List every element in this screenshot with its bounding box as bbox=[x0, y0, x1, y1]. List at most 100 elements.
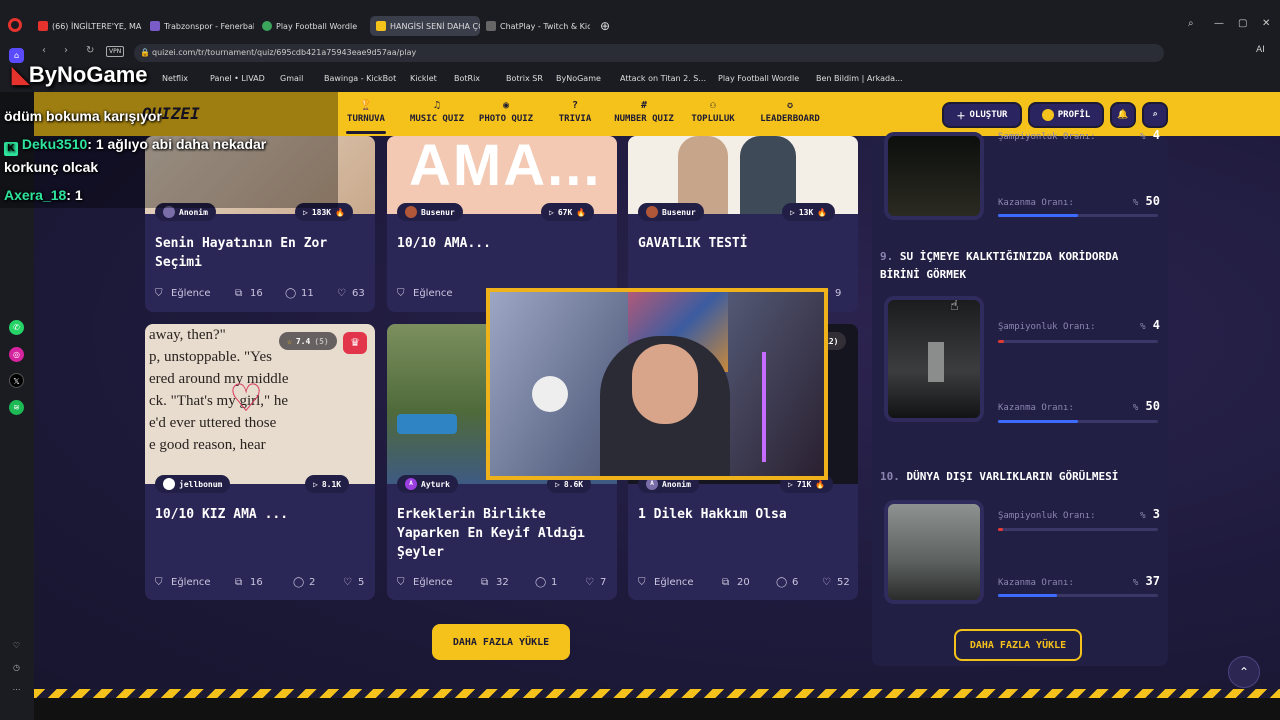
tab-5[interactable]: ChatPlay - Twitch & Kick bbox=[486, 16, 590, 36]
champ-rate-value: % 3 bbox=[1140, 507, 1160, 521]
nav-topluluk[interactable]: ⚇ TOPLULUK bbox=[678, 100, 748, 124]
bookmark-item[interactable]: Botrix SR bbox=[506, 74, 543, 83]
minimize-icon[interactable]: — bbox=[1214, 18, 1224, 29]
card-title[interactable]: Erkeklerin Birlikte Yaparken En Keyif Al… bbox=[397, 505, 607, 562]
card-title[interactable]: 1 Dilek Hakkım Olsa bbox=[638, 505, 848, 524]
bookmark-item[interactable]: ByNoGame bbox=[556, 74, 601, 83]
play-icon: ▷ bbox=[303, 207, 308, 217]
star-icon: ☆ bbox=[287, 336, 292, 346]
more-icon[interactable]: ⋯ bbox=[9, 682, 24, 697]
nav-leaderboard[interactable]: ✪ LEADERBOARD bbox=[748, 100, 832, 124]
card-footer: ⛉ Eğlence ⧉ 16 ◯ 11 ♡ 63 bbox=[155, 288, 365, 302]
author-chip[interactable]: A Ayturk bbox=[397, 475, 458, 493]
champ-rate-label: Şampiyonluk Oranı: bbox=[998, 511, 1096, 521]
search-button[interactable]: ⌕ bbox=[1142, 102, 1168, 128]
comment-count: 2 bbox=[309, 577, 316, 588]
notifications-button[interactable]: 🔔 bbox=[1110, 102, 1136, 128]
bookmark-item[interactable]: Kicklet bbox=[410, 74, 437, 83]
create-button[interactable]: ＋ OLUŞTUR bbox=[942, 102, 1022, 128]
tab-1[interactable]: (66) İNGİLTERE'YE, MANC bbox=[38, 16, 142, 36]
question-count: 16 bbox=[250, 577, 263, 588]
bookmark-item[interactable]: BotRix bbox=[454, 74, 480, 83]
question-icon: ? bbox=[571, 100, 579, 111]
vpn-badge[interactable]: VPN bbox=[106, 46, 125, 57]
reload-icon[interactable]: ↻ bbox=[86, 45, 94, 56]
nav-trivia[interactable]: ? TRIVIA bbox=[540, 100, 610, 124]
nav-number-quiz[interactable]: # NUMBER QUIZ bbox=[609, 100, 679, 124]
home-icon[interactable]: ⌂ bbox=[9, 48, 24, 63]
music-icon: ♫ bbox=[433, 100, 441, 111]
nav-turnuva[interactable]: 🏆 TURNUVA bbox=[331, 100, 401, 124]
forward-icon[interactable]: › bbox=[64, 45, 68, 56]
card-title[interactable]: 10/10 KIZ AMA ... bbox=[155, 505, 365, 524]
ai-button[interactable]: AI bbox=[1256, 45, 1265, 55]
search-tabs-icon[interactable]: ⌕ bbox=[1188, 18, 1194, 29]
webcam-overlay bbox=[486, 288, 828, 480]
new-tab-icon[interactable]: ⊕ bbox=[600, 16, 614, 36]
champ-rate-label: Şampiyonluk Oranı: bbox=[998, 132, 1096, 142]
illustration-figure bbox=[740, 136, 796, 214]
ranking-image bbox=[884, 500, 984, 604]
url-field[interactable]: 🔒 quizei.com/tr/tournament/quiz/695cdb421… bbox=[134, 44, 1164, 62]
heart-icon[interactable]: ♡ bbox=[9, 638, 24, 653]
bookmark-item[interactable]: Play Football Wordle bbox=[718, 74, 799, 83]
load-more-button[interactable]: DAHA FAZLA YÜKLE bbox=[432, 624, 570, 660]
back-icon[interactable]: ‹ bbox=[42, 45, 46, 56]
tab-active[interactable]: HANGİSİ SENİ DAHA ÇOK bbox=[370, 16, 480, 36]
profile-button[interactable]: PROFİL bbox=[1028, 102, 1104, 128]
instagram-icon[interactable]: ◎ bbox=[9, 347, 24, 362]
author-chip[interactable]: jellbonum bbox=[155, 475, 231, 493]
play-icon: ▷ bbox=[313, 479, 318, 489]
close-icon[interactable]: ✕ bbox=[1262, 18, 1270, 29]
bookmark-item[interactable]: Bawinga - KickBot bbox=[324, 74, 396, 83]
chat-message: korkunç olcak bbox=[4, 159, 99, 175]
win-rate-value: % 37 bbox=[1132, 574, 1160, 588]
x-icon[interactable]: 𝕏 bbox=[9, 373, 24, 388]
active-nav-indicator bbox=[346, 131, 386, 134]
heart-icon: ♡ bbox=[343, 577, 352, 588]
win-rate-bar-fill bbox=[998, 214, 1078, 217]
tab-2[interactable]: Trabzonspor - Fenerbahçe bbox=[150, 16, 254, 36]
card-footer: ⛉ Eğlence ⧉ 32 ◯ 1 ♡ 7 bbox=[397, 577, 607, 591]
bookmark-item[interactable]: Panel • LIVAD bbox=[210, 74, 265, 83]
play-icon: ▷ bbox=[555, 479, 560, 489]
maximize-icon[interactable]: ▢ bbox=[1238, 18, 1247, 29]
category-label: Eğlence bbox=[171, 288, 211, 299]
page-icon bbox=[150, 21, 160, 31]
play-count-badge: ▷ 8.1K bbox=[305, 475, 350, 493]
spotify-icon[interactable]: ≋ bbox=[9, 400, 24, 415]
load-more-rankings-button[interactable]: DAHA FAZLA YÜKLE bbox=[954, 629, 1082, 661]
win-rate-value: % 50 bbox=[1132, 399, 1160, 413]
brand-icon: ◣ bbox=[12, 62, 29, 87]
question-count: 16 bbox=[250, 288, 263, 299]
fire-icon: 🔥 bbox=[817, 207, 828, 217]
category-icon: ⛉ bbox=[397, 288, 405, 299]
author-chip[interactable]: Busenur bbox=[397, 203, 463, 221]
bookmark-item[interactable]: Gmail bbox=[280, 74, 303, 83]
card-title[interactable]: GAVATLIK TESTİ bbox=[638, 234, 848, 253]
history-icon[interactable]: ◷ bbox=[9, 660, 24, 675]
whatsapp-icon[interactable]: ✆ bbox=[9, 320, 24, 335]
opera-logo-icon[interactable] bbox=[8, 18, 22, 32]
chat-message: K Deku3510: 1 ağlıyo abi daha nekadar bbox=[4, 136, 266, 156]
nav-photo-quiz[interactable]: ◉ PHOTO QUIZ bbox=[471, 100, 541, 124]
avatar bbox=[163, 478, 175, 490]
card-title[interactable]: 10/10 AMA... bbox=[397, 234, 607, 253]
quiz-card[interactable]: AMA... Busenur ▷ 67K 🔥 10/10 AMA... ⛉ Eğlen… bbox=[387, 136, 617, 312]
bookmark-item[interactable]: Netflix bbox=[162, 74, 188, 83]
quiz-card[interactable]: Busenur ▷13K🔥 GAVATLIK TESTİ ♡9 bbox=[628, 136, 858, 312]
bookmark-item[interactable]: Ben Bildim | Arkada... bbox=[816, 74, 903, 83]
bookmark-item[interactable]: Attack on Titan 2. S... bbox=[620, 74, 706, 83]
quiz-card[interactable]: away, then?" p, unstoppable. "Yes ered a… bbox=[145, 324, 375, 600]
chat-message: Axera_18: 1 bbox=[4, 187, 83, 203]
card-title[interactable]: Senin Hayatının En Zor Seçimi bbox=[155, 234, 365, 272]
card-footer: ⛉ Eğlence ⧉ 16 ◯ 2 ♡ 5 bbox=[155, 577, 365, 591]
category-icon: ⛉ bbox=[638, 577, 646, 588]
scroll-to-top-button[interactable]: ⌃ bbox=[1228, 656, 1260, 688]
author-chip[interactable]: Busenur bbox=[638, 203, 704, 221]
tab-3[interactable]: Play Football Wordle bbox=[262, 16, 366, 36]
users-icon: ⚇ bbox=[709, 100, 717, 111]
question-count: 20 bbox=[737, 577, 750, 588]
fire-icon: 🔥 bbox=[815, 479, 826, 489]
nav-music-quiz[interactable]: ♫ MUSIC QUIZ bbox=[402, 100, 472, 124]
